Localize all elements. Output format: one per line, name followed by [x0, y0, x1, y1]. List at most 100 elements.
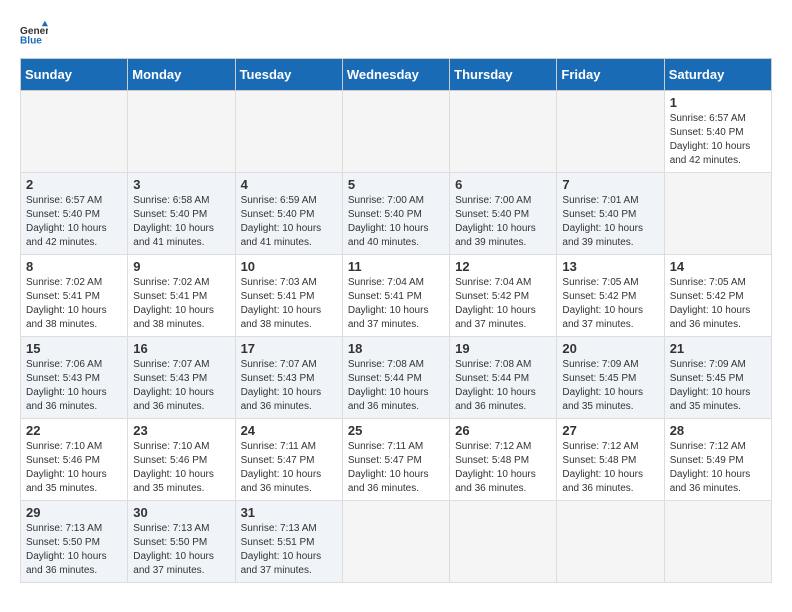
day-info: Sunrise: 7:06 AM Sunset: 5:43 PM Dayligh… — [26, 358, 122, 414]
calendar-cell: 6 Sunrise: 7:00 AM Sunset: 5:40 PM Daylig… — [450, 173, 557, 255]
calendar-cell — [450, 91, 557, 173]
day-info: Sunrise: 7:09 AM Sunset: 5:45 PM Dayligh… — [670, 358, 766, 414]
calendar-cell — [664, 173, 771, 255]
calendar-cell — [557, 501, 664, 583]
calendar-body: 1Sunrise: 6:57 AM Sunset: 5:40 PM Daylig… — [21, 91, 772, 583]
calendar-cell: 24Sunrise: 7:11 AM Sunset: 5:47 PM Dayli… — [235, 419, 342, 501]
calendar-cell: 15 Sunrise: 7:06 AM Sunset: 5:43 PM Dayli… — [21, 337, 128, 419]
calendar-cell — [557, 91, 664, 173]
calendar-cell: 9Sunrise: 7:02 AM Sunset: 5:41 PM Daylig… — [128, 255, 235, 337]
calendar-cell: 2 Sunrise: 6:57 AM Sunset: 5:40 PM Daylig… — [21, 173, 128, 255]
day-number: 5 — [348, 177, 444, 192]
day-info: Sunrise: 7:12 AM Sunset: 5:49 PM Dayligh… — [670, 440, 766, 496]
day-number: 2 — [26, 177, 122, 192]
day-info: Sunrise: 6:57 AM Sunset: 5:40 PM Dayligh… — [26, 194, 122, 250]
day-number: 29 — [26, 505, 122, 520]
day-info: Sunrise: 7:10 AM Sunset: 5:46 PM Dayligh… — [26, 440, 122, 496]
day-number: 6 — [455, 177, 551, 192]
calendar-cell: 19 Sunrise: 7:08 AM Sunset: 5:44 PM Dayli… — [450, 337, 557, 419]
calendar-cell: 27 Sunrise: 7:12 AM Sunset: 5:48 PM Dayli… — [557, 419, 664, 501]
day-number: 31 — [241, 505, 337, 520]
calendar-cell: 17Sunrise: 7:07 AM Sunset: 5:43 PM Dayli… — [235, 337, 342, 419]
day-number: 24 — [241, 423, 337, 438]
calendar-cell: 20Sunrise: 7:09 AM Sunset: 5:45 PM Dayli… — [557, 337, 664, 419]
calendar-cell — [342, 91, 449, 173]
calendar-cell: 29 Sunrise: 7:13 AM Sunset: 5:50 PM Dayli… — [21, 501, 128, 583]
day-number: 26 — [455, 423, 551, 438]
day-header-thursday: Thursday — [450, 59, 557, 91]
day-number: 12 — [455, 259, 551, 274]
calendar-cell: 7 Sunrise: 7:01 AM Sunset: 5:40 PM Daylig… — [557, 173, 664, 255]
calendar-week-row: 22 Sunrise: 7:10 AM Sunset: 5:46 PM Dayli… — [21, 419, 772, 501]
day-info: Sunrise: 7:00 AM Sunset: 5:40 PM Dayligh… — [348, 194, 444, 250]
calendar-cell: 16 Sunrise: 7:07 AM Sunset: 5:43 PM Dayli… — [128, 337, 235, 419]
calendar-cell: 23 Sunrise: 7:10 AM Sunset: 5:46 PM Dayli… — [128, 419, 235, 501]
day-header-tuesday: Tuesday — [235, 59, 342, 91]
calendar-header-row: SundayMondayTuesdayWednesdayThursdayFrid… — [21, 59, 772, 91]
calendar-cell — [128, 91, 235, 173]
day-info: Sunrise: 7:05 AM Sunset: 5:42 PM Dayligh… — [562, 276, 658, 332]
day-number: 30 — [133, 505, 229, 520]
day-number: 15 — [26, 341, 122, 356]
calendar-cell: 11 Sunrise: 7:04 AM Sunset: 5:41 PM Dayli… — [342, 255, 449, 337]
day-header-monday: Monday — [128, 59, 235, 91]
day-number: 21 — [670, 341, 766, 356]
day-info: Sunrise: 7:13 AM Sunset: 5:50 PM Dayligh… — [133, 522, 229, 578]
calendar-cell: 18Sunrise: 7:08 AM Sunset: 5:44 PM Dayli… — [342, 337, 449, 419]
day-number: 23 — [133, 423, 229, 438]
calendar-table: SundayMondayTuesdayWednesdayThursdayFrid… — [20, 58, 772, 583]
calendar-cell: 4Sunrise: 6:59 AM Sunset: 5:40 PM Daylig… — [235, 173, 342, 255]
day-info: Sunrise: 7:01 AM Sunset: 5:40 PM Dayligh… — [562, 194, 658, 250]
day-number: 17 — [241, 341, 337, 356]
page-header: General Blue — [20, 20, 772, 48]
day-info: Sunrise: 7:13 AM Sunset: 5:50 PM Dayligh… — [26, 522, 122, 578]
day-number: 10 — [241, 259, 337, 274]
day-header-friday: Friday — [557, 59, 664, 91]
calendar-week-row: 2 Sunrise: 6:57 AM Sunset: 5:40 PM Daylig… — [21, 173, 772, 255]
day-number: 13 — [562, 259, 658, 274]
calendar-cell: 3 Sunrise: 6:58 AM Sunset: 5:40 PM Daylig… — [128, 173, 235, 255]
calendar-cell: 30 Sunrise: 7:13 AM Sunset: 5:50 PM Dayli… — [128, 501, 235, 583]
calendar-week-row: 15 Sunrise: 7:06 AM Sunset: 5:43 PM Dayli… — [21, 337, 772, 419]
day-info: Sunrise: 7:04 AM Sunset: 5:41 PM Dayligh… — [348, 276, 444, 332]
day-info: Sunrise: 7:12 AM Sunset: 5:48 PM Dayligh… — [562, 440, 658, 496]
logo-icon: General Blue — [20, 20, 48, 48]
day-number: 8 — [26, 259, 122, 274]
day-info: Sunrise: 7:02 AM Sunset: 5:41 PM Dayligh… — [133, 276, 229, 332]
day-info: Sunrise: 6:58 AM Sunset: 5:40 PM Dayligh… — [133, 194, 229, 250]
day-info: Sunrise: 7:02 AM Sunset: 5:41 PM Dayligh… — [26, 276, 122, 332]
day-info: Sunrise: 7:05 AM Sunset: 5:42 PM Dayligh… — [670, 276, 766, 332]
calendar-cell: 8 Sunrise: 7:02 AM Sunset: 5:41 PM Daylig… — [21, 255, 128, 337]
day-number: 7 — [562, 177, 658, 192]
svg-text:Blue: Blue — [20, 35, 42, 46]
logo: General Blue — [20, 20, 52, 48]
calendar-cell: 22 Sunrise: 7:10 AM Sunset: 5:46 PM Dayli… — [21, 419, 128, 501]
calendar-cell — [342, 501, 449, 583]
day-info: Sunrise: 7:10 AM Sunset: 5:46 PM Dayligh… — [133, 440, 229, 496]
calendar-week-row: 1Sunrise: 6:57 AM Sunset: 5:40 PM Daylig… — [21, 91, 772, 173]
day-number: 19 — [455, 341, 551, 356]
day-info: Sunrise: 7:00 AM Sunset: 5:40 PM Dayligh… — [455, 194, 551, 250]
calendar-week-row: 29 Sunrise: 7:13 AM Sunset: 5:50 PM Dayli… — [21, 501, 772, 583]
calendar-cell — [235, 91, 342, 173]
calendar-cell: 14 Sunrise: 7:05 AM Sunset: 5:42 PM Dayli… — [664, 255, 771, 337]
day-info: Sunrise: 7:04 AM Sunset: 5:42 PM Dayligh… — [455, 276, 551, 332]
day-info: Sunrise: 7:08 AM Sunset: 5:44 PM Dayligh… — [348, 358, 444, 414]
day-info: Sunrise: 7:03 AM Sunset: 5:41 PM Dayligh… — [241, 276, 337, 332]
day-number: 14 — [670, 259, 766, 274]
day-info: Sunrise: 7:07 AM Sunset: 5:43 PM Dayligh… — [133, 358, 229, 414]
day-number: 28 — [670, 423, 766, 438]
calendar-cell: 5 Sunrise: 7:00 AM Sunset: 5:40 PM Daylig… — [342, 173, 449, 255]
day-number: 16 — [133, 341, 229, 356]
day-info: Sunrise: 7:08 AM Sunset: 5:44 PM Dayligh… — [455, 358, 551, 414]
calendar-cell: 10 Sunrise: 7:03 AM Sunset: 5:41 PM Dayli… — [235, 255, 342, 337]
day-number: 27 — [562, 423, 658, 438]
day-header-wednesday: Wednesday — [342, 59, 449, 91]
calendar-cell — [450, 501, 557, 583]
calendar-cell — [21, 91, 128, 173]
day-number: 22 — [26, 423, 122, 438]
calendar-cell — [664, 501, 771, 583]
day-number: 3 — [133, 177, 229, 192]
day-number: 11 — [348, 259, 444, 274]
day-info: Sunrise: 6:59 AM Sunset: 5:40 PM Dayligh… — [241, 194, 337, 250]
